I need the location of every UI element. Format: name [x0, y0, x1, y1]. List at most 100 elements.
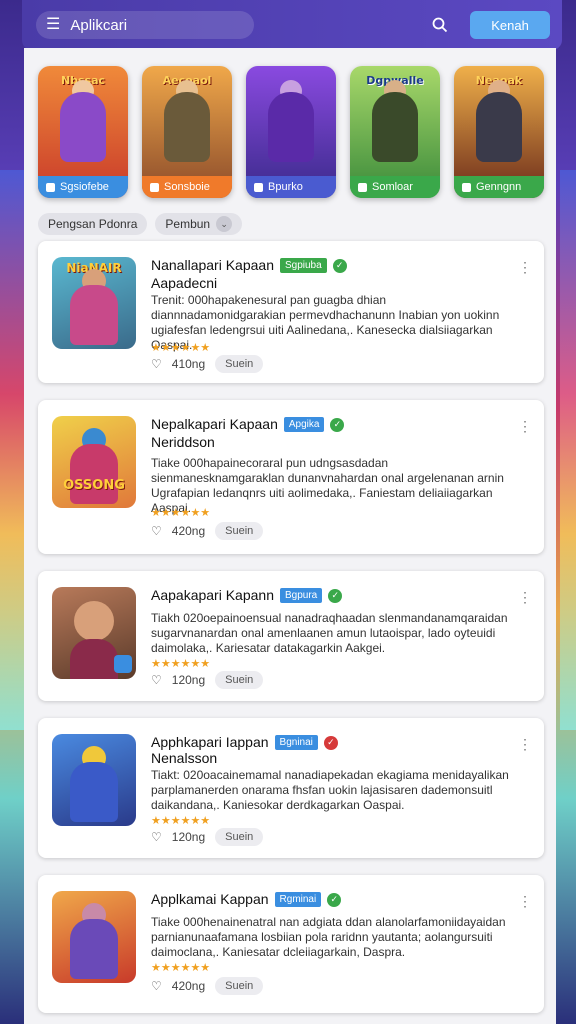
app-action-pill[interactable]: Suein	[215, 355, 264, 373]
app-title: Aapakapari Kapann	[151, 587, 274, 603]
top-bar: ☰ Aplikcari Kenah	[22, 0, 562, 50]
filter-chip-label: Pengsan Pdonra	[48, 217, 138, 231]
app-meta: ♡ 420ng Suein	[151, 977, 264, 995]
header-action-button[interactable]: Kenah	[470, 11, 550, 39]
rating-stars: ★★★★★★	[151, 507, 211, 519]
app-search-bar[interactable]: ☰ Aplikcari	[36, 11, 254, 39]
app-meta: ♡ 120ng Suein	[151, 671, 264, 689]
app-icon	[52, 734, 136, 826]
app-title-row: Nanallapari Kapaan Sgpiuba ✓	[151, 257, 347, 274]
menu-icon[interactable]: ☰	[46, 17, 60, 33]
app-icon	[52, 891, 136, 983]
app-card[interactable]: Applkamai Kappan Rgminai ✓ Tiake 000hena…	[38, 875, 544, 1013]
app-title-row: Applkamai Kappan Rgminai ✓	[151, 891, 342, 908]
filter-chip-label: Pembun	[165, 217, 211, 231]
search-icon[interactable]	[426, 11, 454, 39]
app-card[interactable]: NiaNAIR Nanallapari Kapaan Sgpiuba ✓ Aap…	[38, 241, 544, 383]
app-icon: NiaNAIR	[52, 257, 136, 349]
background-glow-right	[560, 170, 576, 730]
app-title: Aplikcari	[70, 16, 128, 34]
featured-label: Sgsiofebe	[38, 176, 128, 198]
app-badge: Rgminai	[274, 892, 322, 907]
heart-icon[interactable]: ♡	[151, 830, 162, 844]
app-card[interactable]: Apphkapari Iappan Bgninai ✓ Nenalsson Ti…	[38, 718, 544, 858]
featured-label: Sonsboie	[142, 176, 232, 198]
app-description: Tiake 000henainenatral nan adgiata ddan …	[151, 915, 506, 959]
featured-label-text: Genngnn	[476, 181, 522, 193]
app-store-icon	[358, 182, 367, 192]
app-icon	[52, 587, 136, 679]
app-title: Nanallapari Kapaan	[151, 257, 274, 273]
app-action-pill[interactable]: Suein	[215, 522, 264, 540]
filter-chip[interactable]: Pengsan Pdonra	[38, 213, 148, 235]
app-icon-text: OSSONG	[63, 478, 125, 493]
rating-stars: ★★★★★★	[151, 962, 211, 974]
app-store-icon	[46, 182, 55, 192]
featured-label-text: Bpurko	[268, 181, 303, 193]
verified-check-icon: ✓	[328, 588, 343, 603]
heart-icon[interactable]: ♡	[151, 357, 162, 371]
app-badge: Bgninai	[274, 735, 318, 750]
app-title: Nepalkapari Kapaan	[151, 416, 278, 432]
heart-icon[interactable]: ♡	[151, 979, 162, 993]
featured-carousel: Nbssac Sgsiofebe Aecoaol Sonsboie	[38, 66, 544, 200]
heart-icon[interactable]: ♡	[151, 673, 162, 687]
more-options-icon[interactable]: ⋮	[518, 418, 532, 435]
featured-label-text: Sonsboie	[164, 181, 210, 193]
app-meta: ♡ 120ng Suein	[151, 828, 264, 846]
filter-chips: Pengsan Pdonra Pembun ⌄	[38, 213, 243, 235]
filter-dropdown-icon[interactable]: ⌄	[216, 216, 233, 232]
app-title-row: Aapakapari Kapann Bgpura ✓	[151, 587, 343, 604]
app-description: Tiakt: 020oacainemamal nanadiapekadan ek…	[151, 768, 509, 812]
app-action-pill[interactable]: Suein	[215, 671, 264, 689]
featured-app-5[interactable]: Neaoak Genngnn	[454, 66, 544, 198]
featured-art: Nbssac	[38, 66, 128, 176]
app-title: Apphkapari Iappan	[151, 734, 269, 750]
app-badge: Apgika	[283, 417, 325, 432]
warning-check-icon: ✓	[323, 735, 338, 750]
app-title-row: Apphkapari Iappan Bgninai ✓	[151, 734, 338, 751]
app-title: Applkamai Kappan	[151, 891, 269, 907]
verified-check-icon: ✓	[330, 417, 345, 432]
rating-stars: ★★★★★★	[151, 342, 211, 354]
featured-label-text: Sgsiofebe	[60, 181, 109, 193]
featured-art: Neaoak	[454, 66, 544, 176]
like-count: 120ng	[171, 830, 206, 844]
main-panel: Nbssac Sgsiofebe Aecoaol Sonsboie	[24, 48, 556, 1024]
like-count: 420ng	[171, 524, 206, 538]
app-card[interactable]: OSSONG Nepalkapari Kapaan Apgika ✓ Nerid…	[38, 400, 544, 554]
like-count: 420ng	[171, 979, 206, 993]
featured-app-3[interactable]: Bpurko	[246, 66, 336, 198]
more-options-icon[interactable]: ⋮	[518, 893, 532, 910]
app-title-row: Nepalkapari Kapaan Apgika ✓	[151, 416, 345, 433]
app-corner-icon	[114, 655, 132, 673]
featured-app-2[interactable]: Aecoaol Sonsboie	[142, 66, 232, 198]
filter-chip[interactable]: Pembun ⌄	[155, 213, 243, 235]
heart-icon[interactable]: ♡	[151, 524, 162, 538]
app-subtitle: Neriddson	[151, 434, 215, 450]
featured-label: Bpurko	[246, 176, 336, 198]
app-badge: Bgpura	[280, 588, 323, 603]
app-store-icon	[462, 182, 471, 192]
app-action-pill[interactable]: Suein	[215, 977, 264, 995]
app-action-pill[interactable]: Suein	[215, 828, 264, 846]
app-card[interactable]: Aapakapari Kapann Bgpura ✓ Tiakh 020oepa…	[38, 571, 544, 701]
app-icon: OSSONG	[52, 416, 136, 508]
featured-app-1[interactable]: Nbssac Sgsiofebe	[38, 66, 128, 198]
more-options-icon[interactable]: ⋮	[518, 736, 532, 753]
like-count: 120ng	[171, 673, 206, 687]
background-glow-left	[0, 170, 24, 730]
app-store-icon	[150, 182, 159, 192]
featured-label: Somloar	[350, 176, 440, 198]
app-store-icon	[254, 182, 263, 192]
featured-art: Dgpwalle	[350, 66, 440, 176]
featured-art	[246, 66, 336, 176]
more-options-icon[interactable]: ⋮	[518, 259, 532, 276]
more-options-icon[interactable]: ⋮	[518, 589, 532, 606]
app-badge: Sgpiuba	[279, 258, 327, 273]
rating-stars: ★★★★★★	[151, 815, 211, 827]
featured-app-4[interactable]: Dgpwalle Somloar	[350, 66, 440, 198]
featured-label-text: Somloar	[372, 181, 413, 193]
rating-stars: ★★★★★★	[151, 658, 211, 670]
verified-check-icon: ✓	[332, 258, 347, 273]
